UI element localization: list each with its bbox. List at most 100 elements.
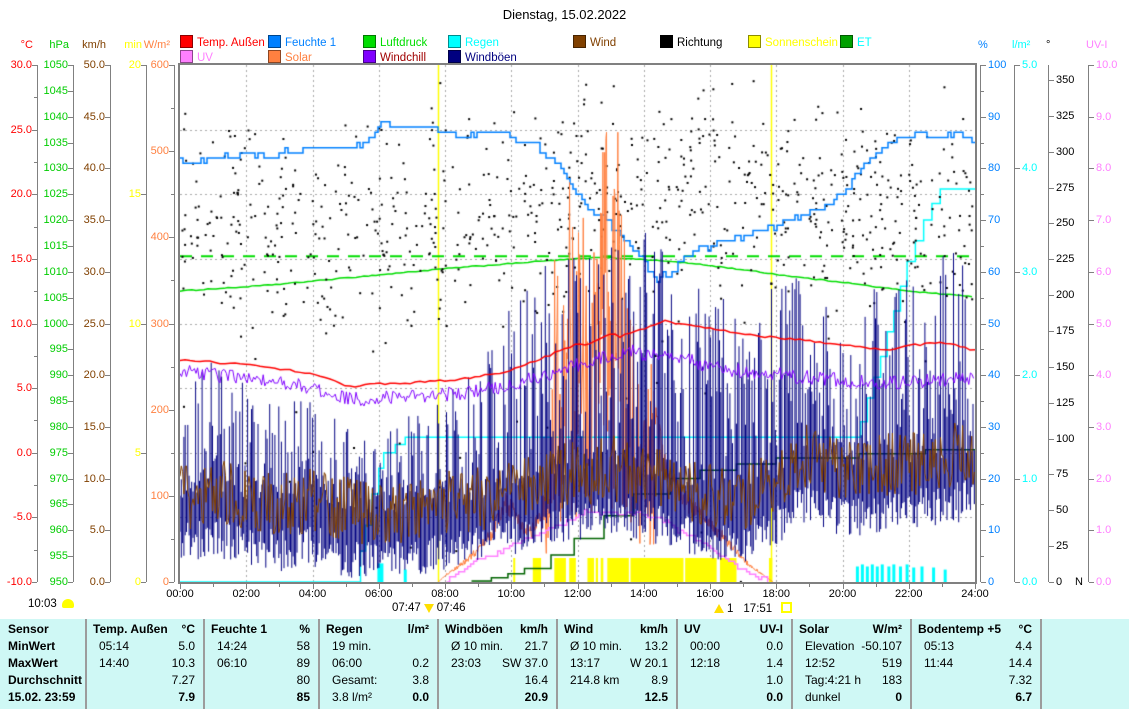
table-cell-label: 19 min. (332, 638, 371, 655)
table-cell-value: 5.0 (85, 638, 195, 655)
axis-tick-label: 1015 (26, 240, 68, 252)
axis-tick (169, 410, 174, 411)
table-cell-value: 0.0 (676, 689, 783, 706)
axis-tick-label: 10.0 (63, 473, 105, 485)
legend-item-wind: Wind (573, 33, 616, 46)
axis-minor-tick (981, 556, 984, 557)
table-row-label: MinWert (8, 638, 55, 655)
x-axis-tick (644, 584, 645, 589)
legend-label: Solar (285, 52, 312, 64)
table-cell-value: 3.8 (318, 672, 429, 689)
legend-item-solar: Solar (268, 48, 312, 61)
axis-tick (105, 220, 110, 221)
axis-tick-label: 1005 (26, 292, 68, 304)
axis-tick-label: 4.0 (1022, 162, 1062, 174)
table-cell-value: 16.4 (437, 672, 548, 689)
axis-tick (1089, 530, 1094, 531)
legend-item-et: ET (840, 33, 872, 46)
x-axis-tick (611, 584, 612, 587)
axis-tick-label: 20.0 (63, 369, 105, 381)
x-axis-tick (809, 584, 810, 587)
axis-tick-label: 1010 (26, 266, 68, 278)
axis-tick (68, 143, 73, 144)
axis-tick (68, 401, 73, 402)
x-axis-tick (876, 584, 877, 587)
axis-tick (1049, 367, 1054, 368)
axis-tick-label: 3.0 (1022, 266, 1062, 278)
page-title: Dienstag, 15.02.2022 (0, 7, 1129, 22)
axis-tick (1049, 152, 1054, 153)
axis-tick-label: 25.0 (0, 124, 32, 136)
first-sunshine-time: 10:03 (28, 598, 57, 610)
axis-tick-label: 1030 (26, 162, 68, 174)
table-cell-value: SW 37.0 (437, 655, 548, 672)
axis-tick (1049, 474, 1054, 475)
x-axis-tick (544, 584, 545, 587)
axis-tick (105, 530, 110, 531)
axis-tick (981, 324, 986, 325)
sunrise-time-next: 07:46 (437, 602, 466, 614)
legend-label: Wind (590, 37, 616, 49)
legend-label: Richtung (677, 37, 722, 49)
axis-minor-tick (34, 227, 37, 228)
x-axis-tick (313, 584, 314, 589)
table-row-label: 15.02. 23:59 (8, 689, 75, 706)
axis-tick-label: 30 (988, 421, 1028, 433)
axis-minor-tick (981, 349, 984, 350)
axis-tick-label: 1040 (26, 111, 68, 123)
legend-swatch (180, 35, 193, 48)
axis-tick-label: 2.0 (1096, 473, 1129, 485)
axis-tick-label: 975 (26, 447, 68, 459)
axis-minor-tick (34, 356, 37, 357)
axis-tick (1049, 259, 1054, 260)
axis-minor-tick (981, 298, 984, 299)
axis-tick (1089, 220, 1094, 221)
legend-swatch (448, 50, 461, 63)
axis-tick (1089, 168, 1094, 169)
axis-tick-label: 10.0 (1096, 59, 1129, 71)
x-axis-tick (445, 584, 446, 589)
axis-tick (1015, 375, 1020, 376)
axis-tick-label: 0 (127, 576, 169, 588)
axis-tick-label: 300 (127, 318, 169, 330)
axis-tick (1089, 65, 1094, 66)
axis-tick-label: 980 (26, 421, 68, 433)
axis-tick-label: 45.0 (63, 111, 105, 123)
axis-tick-label: 8.0 (1096, 162, 1129, 174)
table-cell-value: 10.3 (85, 655, 195, 672)
axis-tick-label: 10 (988, 524, 1028, 536)
axis-tick-label: 985 (26, 395, 68, 407)
legend-item-richtung: Richtung (660, 33, 722, 46)
axis-tick (1049, 80, 1054, 81)
axis-line (1014, 65, 1015, 582)
axis-tick-label: 1025 (26, 188, 68, 200)
sunset-marker: 117:51 (714, 602, 792, 615)
axis-tick-label: 35.0 (63, 214, 105, 226)
axis-tick-label: 150 (1056, 361, 1096, 373)
legend-item-sonnenschein: Sonnenschein (748, 33, 838, 46)
table-col-unit: km/h (437, 621, 548, 638)
first-sunshine-marker: 10:03 (28, 598, 74, 610)
sunrise-icon (424, 604, 434, 613)
axis-tick (32, 130, 37, 131)
legend-item-luftdruck: Luftdruck (363, 33, 427, 46)
x-axis-tick (511, 584, 512, 589)
legend-swatch (363, 50, 376, 63)
table-cell-value: 7.9 (85, 689, 195, 706)
axis-minor-tick (171, 539, 174, 540)
legend-item-windb-en: Windböen (448, 48, 517, 61)
axis-minor-tick (34, 97, 37, 98)
axis-tick (32, 388, 37, 389)
legend-item-feuchte-1: Feuchte 1 (268, 33, 336, 46)
axis-tick (981, 272, 986, 273)
axis-tick (68, 556, 73, 557)
table-cell-value: 8.9 (556, 672, 668, 689)
x-axis-label: 08:00 (423, 588, 467, 600)
axis-tick-label: 175 (1056, 325, 1096, 337)
axis-unit-label: hPa (27, 39, 69, 51)
legend-label: ET (857, 37, 872, 49)
table-col-unit: °C (85, 621, 195, 638)
x-axis-tick (677, 584, 678, 587)
axis-tick-label: 1000 (26, 318, 68, 330)
axis-tick (1015, 479, 1020, 480)
